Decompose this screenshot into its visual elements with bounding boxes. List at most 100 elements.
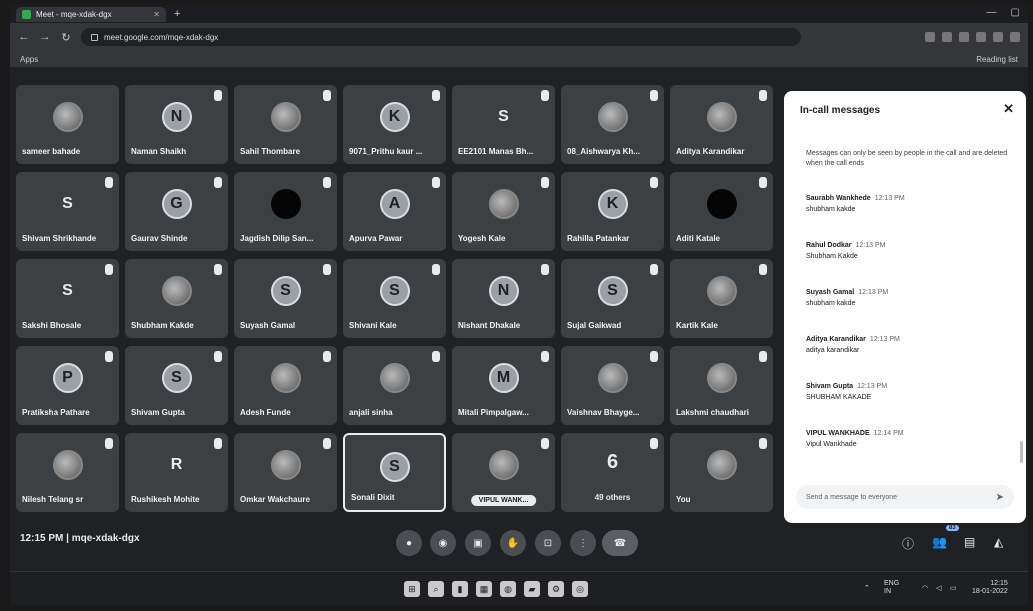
participant-name: Sonali Dixit [351,493,395,502]
camera-button[interactable]: ◉ [430,530,456,556]
participant-tile[interactable]: Nilesh Telang sr [16,433,119,512]
message-input[interactable]: Send a message to everyone [796,485,1014,509]
participant-tile[interactable]: sameer bahade [16,85,119,164]
meeting-details-icon[interactable]: ⓘ [902,535,914,552]
message-text: shubham kakde [806,206,856,213]
profile-icon[interactable] [993,32,1003,42]
bookmarks-bar: Apps Reading list [10,51,1028,67]
url-field[interactable]: meet.google.com/mqe-xdak-dgx [81,28,801,46]
menu-icon[interactable] [1010,32,1020,42]
participant-tile[interactable]: Adesh Funde [234,346,337,425]
reading-list-link[interactable]: Reading list [976,55,1018,64]
participant-name: Adesh Funde [240,408,291,417]
mic-off-icon [541,438,549,449]
browser-tab[interactable]: Meet - mqe-xdak-dgx ✕ [16,6,166,22]
chat-icon[interactable]: ▤ [964,535,975,549]
participant-tile[interactable]: anjali sinha [343,346,446,425]
participant-tile[interactable]: S Sonali Dixit [343,433,446,512]
avatar [488,189,519,219]
participant-tile[interactable]: K Rahilla Patankar [561,172,664,251]
participant-tile[interactable]: S Shivani Kale [343,259,446,338]
present-button[interactable]: ⊡ [535,530,561,556]
participant-tile[interactable]: S Suyash Gamal [234,259,337,338]
send-icon[interactable]: ➤ [996,492,1004,503]
participant-tile[interactable]: You [670,433,773,512]
participant-tile[interactable]: A Apurva Pawar [343,172,446,251]
activities-icon[interactable]: ◭ [994,535,1003,549]
participant-count-badge: 83 [946,525,959,531]
participant-name: Mitali Pimpalgaw... [458,408,529,417]
raise-hand-button[interactable]: ✋ [500,530,526,556]
edge-icon[interactable]: ◍ [500,581,516,597]
search-icon[interactable]: ⌕ [428,581,444,597]
participant-tile[interactable]: Shubham Kakde [125,259,228,338]
participant-tile[interactable]: Aditi Katale [670,172,773,251]
reload-icon[interactable]: ↻ [60,31,72,44]
participant-tile[interactable]: Sahil Thombare [234,85,337,164]
meeting-info: 12:15 PM | mqe-xdak-dgx [20,533,140,544]
participant-tile[interactable]: Vaishnav Bhayge... [561,346,664,425]
mic-off-icon [650,351,658,362]
participant-tile[interactable]: 6 49 others [561,433,664,512]
extension-icon[interactable] [925,32,935,42]
extension-icon[interactable] [959,32,969,42]
participant-tile[interactable]: M Mitali Pimpalgaw... [452,346,555,425]
participant-tile[interactable]: Yogesh Kale [452,172,555,251]
lock-icon [91,33,98,41]
people-icon[interactable]: 👥 [932,535,947,549]
participant-tile[interactable]: P Pratiksha Pathare [16,346,119,425]
participant-tile[interactable]: Aditya Karandikar [670,85,773,164]
back-icon[interactable]: ← [18,31,30,43]
apps-link[interactable]: Apps [20,55,38,64]
battery-icon[interactable]: ▭ [950,584,957,592]
extension-icon[interactable] [976,32,986,42]
wifi-icon[interactable]: ◠ [922,584,928,592]
language-indicator[interactable]: ENG IN [884,580,899,596]
widgets-icon[interactable]: ▦ [476,581,492,597]
captions-button[interactable]: ▣ [465,530,491,556]
message-sender: Rahul Dodkar [806,242,852,249]
close-panel-button[interactable]: ✕ [1003,101,1014,117]
participant-tile[interactable]: VIPUL WANK... [452,433,555,512]
forward-icon[interactable]: → [39,31,51,43]
participant-tile[interactable]: Lakshmi chaudhari [670,346,773,425]
windows-taskbar: ⊞ ⌕ ▮ ▦ ◍ ▰ ⚙ ◎ ⌃ ENG IN ◠ ◁ ▭ 12:15 18-… [10,571,1028,605]
message-header: Shivam Gupta 12:13 PM [806,381,1011,392]
task-view-icon[interactable]: ▮ [452,581,468,597]
extension-icon[interactable] [942,32,952,42]
participant-tile[interactable]: S Sakshi Bhosale [16,259,119,338]
more-options-button[interactable]: ⋮ [570,530,596,556]
participant-tile[interactable]: Omkar Wakchaure [234,433,337,512]
participant-tile[interactable]: S Sujal Gaikwad [561,259,664,338]
participant-tile[interactable]: N Naman Shaikh [125,85,228,164]
minimize-icon[interactable]: — [987,7,997,18]
windows-start-icon[interactable]: ⊞ [404,581,420,597]
file-explorer-icon[interactable]: ▰ [524,581,540,597]
avatar [270,102,301,132]
system-clock[interactable]: 12:15 18-01-2022 [972,580,1008,596]
chrome-icon[interactable]: ◎ [572,581,588,597]
participant-tile[interactable]: 08_Aishwarya Kh... [561,85,664,164]
participant-tile[interactable]: R Rushikesh Mohite [125,433,228,512]
participant-tile[interactable]: Kartik Kale [670,259,773,338]
pinned-label[interactable]: VIPUL WANK... [470,495,537,506]
panel-scrollbar[interactable] [1020,441,1023,463]
settings-icon[interactable]: ⚙ [548,581,564,597]
tray-overflow-icon[interactable]: ⌃ [864,584,870,592]
volume-icon[interactable]: ◁ [936,584,941,592]
leave-call-button[interactable]: ☎ [602,530,638,556]
participant-tile[interactable]: S Shivam Shrikhande [16,172,119,251]
participant-tile[interactable]: Jagdish Dilip San... [234,172,337,251]
participant-name: Jagdish Dilip San... [240,234,314,243]
maximize-icon[interactable]: ▢ [1011,7,1020,18]
participant-tile[interactable]: G Gaurav Shinde [125,172,228,251]
participant-tile[interactable]: N Nishant Dhakale [452,259,555,338]
close-tab-icon[interactable]: ✕ [153,10,160,19]
camera-icon: ◉ [438,537,448,549]
participant-tile[interactable]: S Shivam Gupta [125,346,228,425]
new-tab-icon[interactable]: + [174,8,180,20]
participant-tile[interactable]: K 9071_Prithu kaur ... [343,85,446,164]
mic-button[interactable]: ● [396,530,422,556]
mic-off-icon [650,264,658,275]
participant-tile[interactable]: S EE2101 Manas Bh... [452,85,555,164]
